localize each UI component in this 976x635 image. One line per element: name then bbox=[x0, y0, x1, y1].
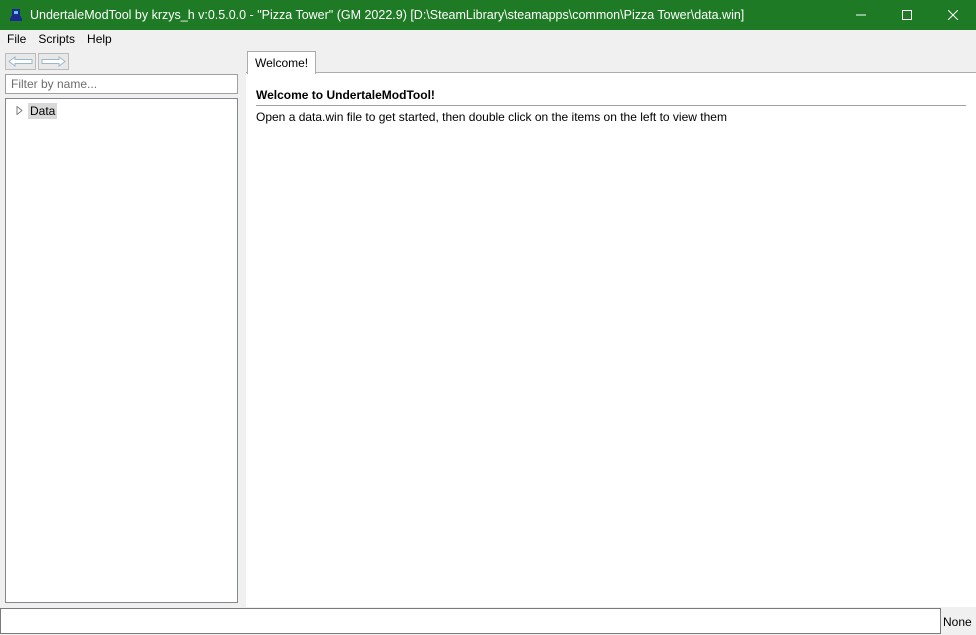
resource-tree[interactable]: Data bbox=[5, 98, 238, 603]
divider bbox=[256, 105, 966, 106]
minimize-icon[interactable] bbox=[838, 0, 884, 30]
forward-button[interactable] bbox=[38, 53, 69, 70]
maximize-icon[interactable] bbox=[884, 0, 930, 30]
menu-scripts[interactable]: Scripts bbox=[32, 30, 81, 49]
welcome-heading: Welcome to UndertaleModTool! bbox=[256, 88, 435, 102]
back-arrow-icon bbox=[8, 56, 33, 67]
tab-label: Welcome! bbox=[255, 56, 309, 70]
tree-item-data[interactable]: Data bbox=[14, 102, 58, 119]
forward-arrow-icon bbox=[41, 56, 66, 67]
status-label: None bbox=[943, 615, 972, 629]
window-title: UndertaleModTool by krzys_h v:0.5.0.0 - … bbox=[30, 8, 745, 22]
menu-file[interactable]: File bbox=[0, 30, 32, 49]
status-bar: None bbox=[0, 607, 976, 635]
expand-triangle-icon[interactable] bbox=[14, 106, 24, 116]
window-controls bbox=[838, 0, 976, 30]
tab-welcome[interactable]: Welcome! bbox=[247, 51, 317, 74]
command-input[interactable] bbox=[0, 608, 941, 634]
filter-input[interactable] bbox=[5, 74, 238, 94]
menu-bar: File Scripts Help bbox=[0, 30, 976, 49]
main-panel: Welcome! Welcome to UndertaleModTool! Op… bbox=[246, 49, 976, 607]
back-button[interactable] bbox=[5, 53, 36, 70]
tree-item-label: Data bbox=[28, 102, 58, 119]
tab-strip: Welcome! bbox=[246, 49, 976, 74]
menu-help[interactable]: Help bbox=[81, 30, 118, 49]
close-icon[interactable] bbox=[930, 0, 976, 30]
sidebar: Data bbox=[0, 49, 242, 607]
title-bar[interactable]: UndertaleModTool by krzys_h v:0.5.0.0 - … bbox=[0, 0, 976, 30]
app-icon bbox=[8, 7, 24, 23]
welcome-body: Open a data.win file to get started, the… bbox=[256, 110, 727, 124]
